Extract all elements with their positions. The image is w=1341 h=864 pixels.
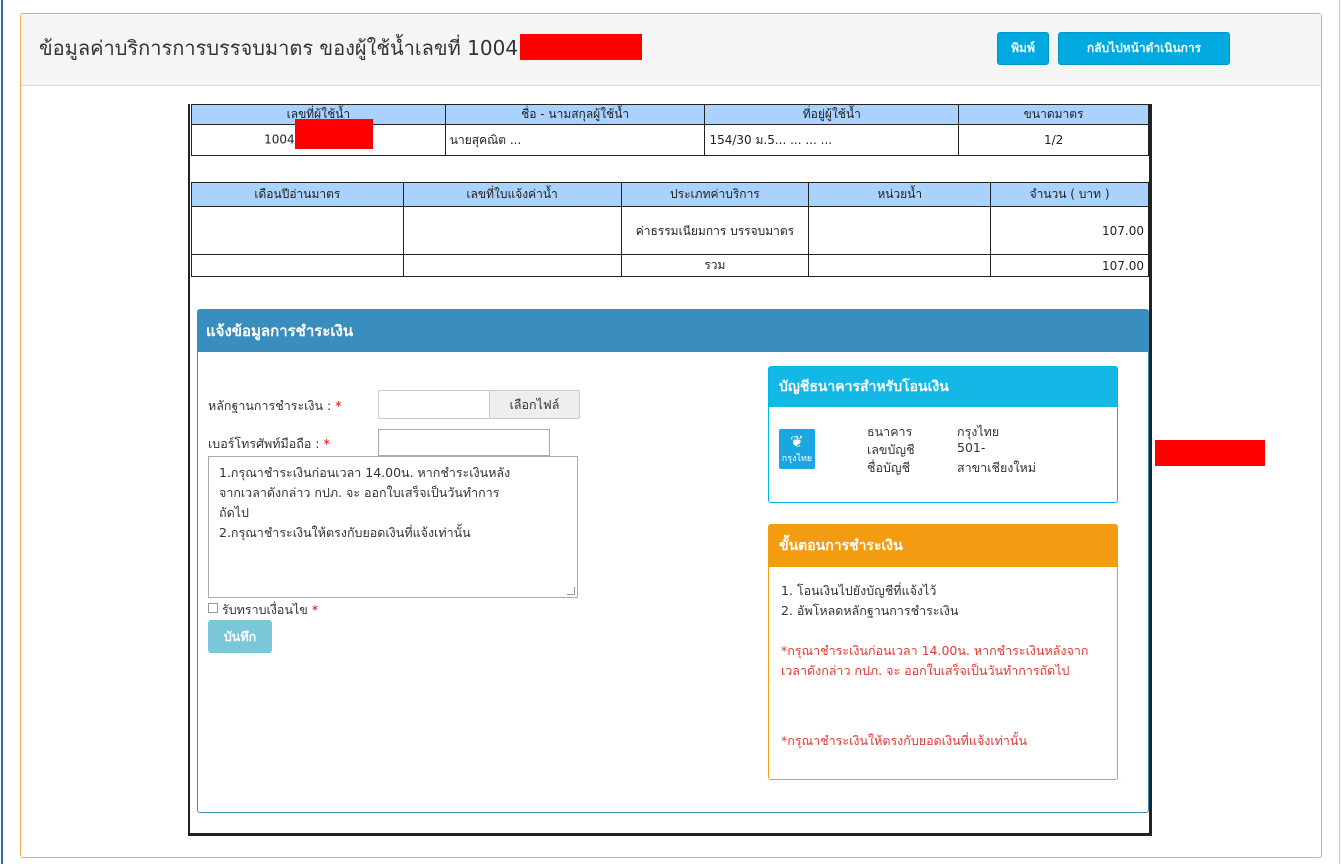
total-amount-cell: 107.00 <box>990 254 1149 277</box>
redacted-block <box>520 33 643 60</box>
redacted-block <box>294 119 373 149</box>
choose-file-button[interactable]: เลือกไฟล์ <box>489 391 579 418</box>
fee-table: เดือนปีอ่านมาตร เลขที่ใบแจ้งค่าน้ำ ประเภ… <box>191 182 1149 277</box>
user-no-value: 1004 <box>264 132 295 147</box>
table-row: ค่าธรรมเนียมการ บรรจบมาตร 107.00 <box>191 206 1149 255</box>
account-name-label: ชื่อบัญชี <box>867 460 911 475</box>
total-label-cell: รวม <box>620 254 810 277</box>
payment-steps-panel: ขั้นตอนการชำระเงิน 1. โอนเงินไปยังบัญชีท… <box>768 524 1118 780</box>
column-header-service-type: ประเภทค่าบริการ <box>620 182 810 207</box>
bank-name-label: ธนาคาร <box>867 424 913 439</box>
read-month-cell <box>191 254 404 277</box>
column-header-units: หน่วยน้ำ <box>808 182 992 207</box>
accept-terms-text: รับทราบเงื่อนไข <box>222 602 308 617</box>
payment-notes-text: 1.กรุณาชำระเงินก่อนเวลา 14.00น. หากชำระเ… <box>219 465 511 540</box>
payment-proof-label-text: หลักฐานการชำระเงิน : <box>208 398 332 413</box>
save-button[interactable]: บันทึก <box>208 620 272 653</box>
units-cell <box>808 254 992 277</box>
print-button[interactable]: พิมพ์ <box>997 32 1049 65</box>
report-sheet: เลขที่ผู้ใช้น้ำ ชื่อ - นามสกุลผู้ใช้น้ำ … <box>188 104 1265 836</box>
payment-notes-textarea[interactable]: 1.กรุณาชำระเงินก่อนเวลา 14.00น. หากชำระเ… <box>208 456 578 598</box>
page-title-text: ข้อมูลค่าบริการการบรรจบมาตร ของผู้ใช้น้ำ… <box>39 36 519 60</box>
account-no-label: เลขบัญชี <box>867 442 915 457</box>
table-row: รวม 107.00 <box>191 254 1149 277</box>
service-type-cell: ค่าธรรมเนียมการ บรรจบมาตร <box>620 206 810 255</box>
panel-heading: ข้อมูลค่าบริการการบรรจบมาตร ของผู้ใช้น้ำ… <box>21 14 1321 86</box>
column-header-bill-no: เลขที่ใบแจ้งค่าน้ำ <box>402 182 622 207</box>
bank-account-panel: บัญชีธนาคารสำหรับโอนเงิน ❦ กรุงไทย ธนาคา… <box>768 366 1265 503</box>
payment-steps-list: 1. โอนเงินไปยังบัญชีที่แจ้งไว้ 2. อัพโหล… <box>781 581 958 621</box>
account-no-text: 501- <box>957 440 986 455</box>
phone-label: เบอร์โทรศัพท์มือถือ : * <box>208 434 330 454</box>
bill-no-cell <box>402 206 622 255</box>
list-item: 1. โอนเงินไปยังบัญชีที่แจ้งไว้ <box>781 583 937 598</box>
bill-no-cell <box>402 254 622 277</box>
logo-text: กรุงไทย <box>781 454 813 464</box>
payment-info-heading: แจ้งข้อมูลการชำระเงิน <box>198 310 1148 352</box>
meter-size-cell: 1/2 <box>958 124 1149 156</box>
accept-terms-label: รับทราบเงื่อนไข * <box>222 600 318 620</box>
phone-label-text: เบอร์โทรศัพท์มือถือ : <box>208 436 320 451</box>
read-month-cell <box>191 206 404 255</box>
account-no-value: 501- <box>957 440 1265 466</box>
payment-proof-label: หลักฐานการชำระเงิน : * <box>208 396 342 416</box>
back-to-operations-button[interactable]: กลับไปหน้าดำเนินการ <box>1058 32 1230 65</box>
column-header-address: ที่อยู่ผู้ใช้น้ำ <box>704 104 960 125</box>
bank-name-value: กรุงไทย <box>957 424 1000 439</box>
user-address-cell: 154/30 ม.5... ... ... ... <box>704 124 960 156</box>
bird-emblem-icon: ❦ <box>790 432 804 451</box>
column-header-read-month: เดือนปีอ่านมาตร <box>191 182 404 207</box>
table-row: 1004 นายสุคณิต ... 154/30 ม.5... ... ...… <box>191 119 1149 156</box>
units-cell <box>808 206 992 255</box>
required-mark: * <box>335 398 342 413</box>
payment-warning-amount: *กรุณาชำระเงินให้ตรงกับยอดเงินที่แจ้งเท่… <box>781 733 1027 748</box>
resize-grip-icon[interactable] <box>567 587 575 595</box>
required-mark: * <box>323 436 330 451</box>
page-title: ข้อมูลค่าบริการการบรรจบมาตร ของผู้ใช้น้ำ… <box>39 32 643 64</box>
user-no-cell: 1004 <box>191 119 446 156</box>
user-name-cell: นายสุคณิต ... <box>444 124 706 156</box>
krungthai-logo-icon: ❦ กรุงไทย <box>779 429 815 469</box>
bank-account-heading: บัญชีธนาคารสำหรับโอนเงิน <box>769 367 1117 407</box>
list-item: 2. อัพโหลดหลักฐานการชำระเงิน <box>781 603 959 618</box>
account-name-value: สาขาเชียงใหม่ <box>957 460 1036 475</box>
redacted-block <box>1155 440 1265 466</box>
column-header-amount: จำนวน ( บาท ) <box>990 182 1149 207</box>
amount-cell: 107.00 <box>990 206 1149 255</box>
column-header-meter-size: ขนาดมาตร <box>958 104 1149 125</box>
user-info-table: เลขที่ผู้ใช้น้ำ ชื่อ - นามสกุลผู้ใช้น้ำ … <box>191 104 1149 156</box>
phone-input[interactable] <box>378 429 550 456</box>
payment-proof-file-input[interactable]: เลือกไฟล์ <box>378 390 580 419</box>
required-mark: * <box>311 602 319 617</box>
column-header-name: ชื่อ - นามสกุลผู้ใช้น้ำ <box>444 104 706 125</box>
accept-terms-checkbox[interactable] <box>208 603 218 613</box>
payment-info-panel: แจ้งข้อมูลการชำระเงิน หลักฐานการชำระเงิน… <box>197 309 1265 813</box>
payment-steps-heading: ขั้นตอนการชำระเงิน <box>769 525 1117 567</box>
payment-warning-time: *กรุณาชำระเงินก่อนเวลา 14.00น. หากชำระเง… <box>781 643 1089 678</box>
